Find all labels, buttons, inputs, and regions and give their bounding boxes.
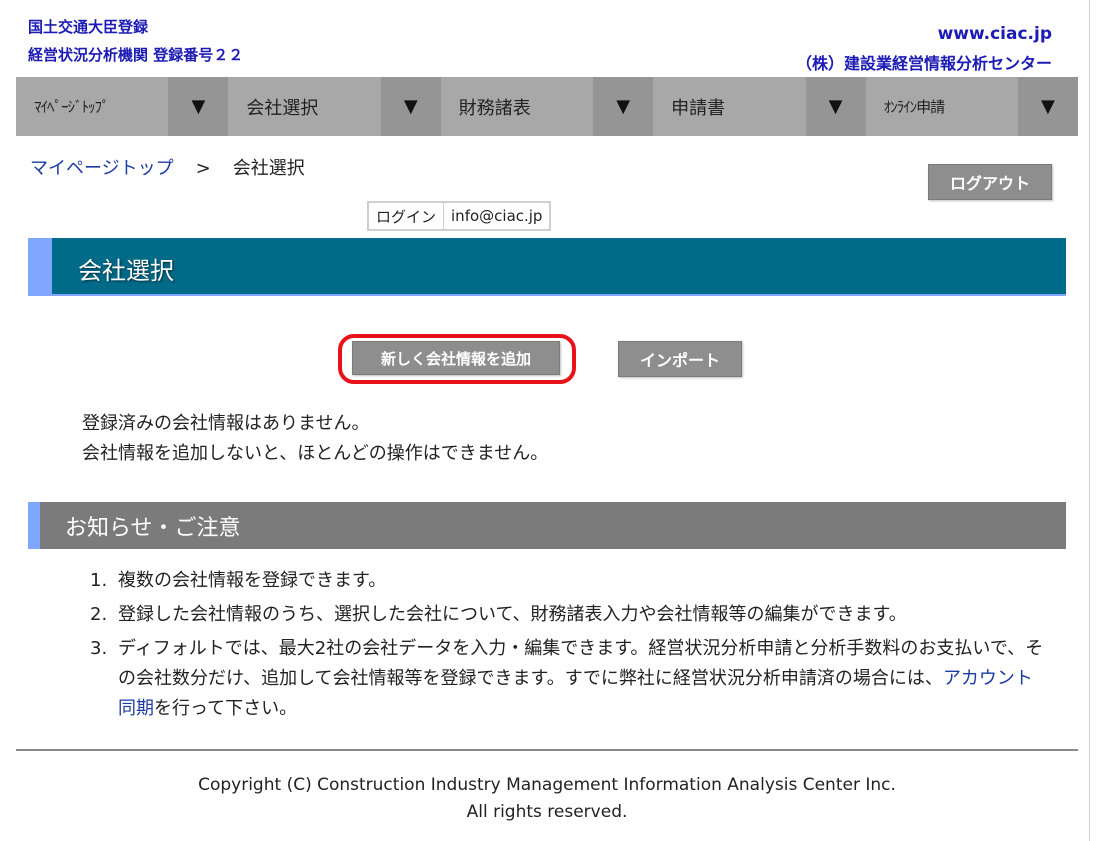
nav-item-mypage[interactable]: ﾏｲﾍﾟｰｼﾞﾄｯﾌﾟ ▼	[16, 77, 229, 136]
notice-title: お知らせ・ご注意	[65, 516, 241, 541]
logout-button[interactable]: ログアウト	[928, 164, 1052, 200]
nav-label: 会社選択	[246, 97, 319, 119]
login-info: ログイン info@ciac.jp	[367, 201, 552, 231]
notice-list: 1. 複数の会社情報を登録できます。 2. 登録した会社情報のうち、選択した会社…	[90, 566, 1050, 728]
dropdown-arrow-icon[interactable]: ▼	[805, 77, 866, 136]
import-button[interactable]: インポート	[618, 341, 742, 377]
login-email: info@ciac.jp	[451, 207, 543, 225]
notice-text: ディフォルトでは、最大2社の会社データを入力・編集できます。経営状況分析申請と分…	[118, 638, 1044, 689]
copyright-line-2: All rights reserved.	[466, 802, 628, 822]
page-title: 会社選択	[78, 257, 174, 285]
nav-item-company-select[interactable]: 会社選択 ▼	[228, 77, 441, 136]
copyright-line-1: Copyright (C) Construction Industry Mana…	[198, 775, 896, 795]
breadcrumb-separator: >	[195, 158, 211, 179]
dropdown-arrow-icon[interactable]: ▼	[380, 77, 441, 136]
footer-copyright: Copyright (C) Construction Industry Mana…	[0, 772, 1094, 826]
notice-text: 複数の会社情報を登録できます。	[118, 570, 387, 591]
nav-label: ｵﾝﾗｲﾝ申請	[883, 98, 946, 116]
notice-number: 1.	[90, 570, 108, 591]
main-nav: ﾏｲﾍﾟｰｼﾞﾄｯﾌﾟ ▼ 会社選択 ▼ 財務諸表 ▼ 申請書 ▼ ｵﾝﾗｲﾝ申…	[16, 77, 1078, 136]
registration-line-2: 経営状況分析機関 登録番号２２	[28, 46, 244, 64]
dropdown-arrow-icon[interactable]: ▼	[593, 77, 654, 136]
notice-item: 2. 登録した会社情報のうち、選択した会社について、財務諸表入力や会社情報等の編…	[90, 600, 1050, 630]
footer-divider	[16, 749, 1078, 751]
notice-item: 3. ディフォルトでは、最大2社の会社データを入力・編集できます。経営状況分析申…	[90, 634, 1050, 724]
site-header: 国土交通大臣登録 経営状況分析機関 登録番号２２ www.ciac.jp （株）…	[16, 14, 1078, 76]
nav-label: ﾏｲﾍﾟｰｼﾞﾄｯﾌﾟ	[34, 98, 110, 116]
notice-title-bar: お知らせ・ご注意	[28, 502, 1066, 549]
notice-text-tail: を行って下さい。	[154, 698, 298, 719]
site-url[interactable]: www.ciac.jp	[938, 24, 1052, 44]
nav-label: 財務諸表	[458, 97, 531, 119]
empty-message: 登録済みの会社情報はありません。	[82, 413, 370, 434]
company-name: （株）建設業経営情報分析センター	[795, 54, 1052, 73]
dropdown-arrow-icon[interactable]: ▼	[1017, 77, 1078, 136]
dropdown-arrow-icon[interactable]: ▼	[168, 77, 229, 136]
notice-item: 1. 複数の会社情報を登録できます。	[90, 566, 1050, 596]
notice-text: 登録した会社情報のうち、選択した会社について、財務諸表入力や会社情報等の編集がで…	[118, 604, 907, 625]
notice-number: 3.	[90, 638, 108, 659]
breadcrumb-home-link[interactable]: マイページトップ	[30, 158, 174, 179]
breadcrumb-current: 会社選択	[232, 158, 305, 179]
nav-item-financial-statements[interactable]: 財務諸表 ▼	[441, 77, 654, 136]
page-title-bar: 会社選択	[28, 238, 1066, 296]
notice-number: 2.	[90, 604, 108, 625]
nav-item-online-application[interactable]: ｵﾝﾗｲﾝ申請 ▼	[866, 77, 1078, 136]
registration-line-1: 国土交通大臣登録	[28, 18, 149, 36]
add-company-button[interactable]: 新しく会社情報を追加	[352, 341, 560, 375]
nav-label: 申請書	[671, 97, 726, 119]
login-label: ログイン	[369, 203, 445, 229]
nav-item-application[interactable]: 申請書 ▼	[653, 77, 866, 136]
breadcrumb: マイページトップ > 会社選択	[30, 154, 305, 180]
empty-hint: 会社情報を追加しないと、ほとんどの操作はできません。	[82, 443, 549, 464]
